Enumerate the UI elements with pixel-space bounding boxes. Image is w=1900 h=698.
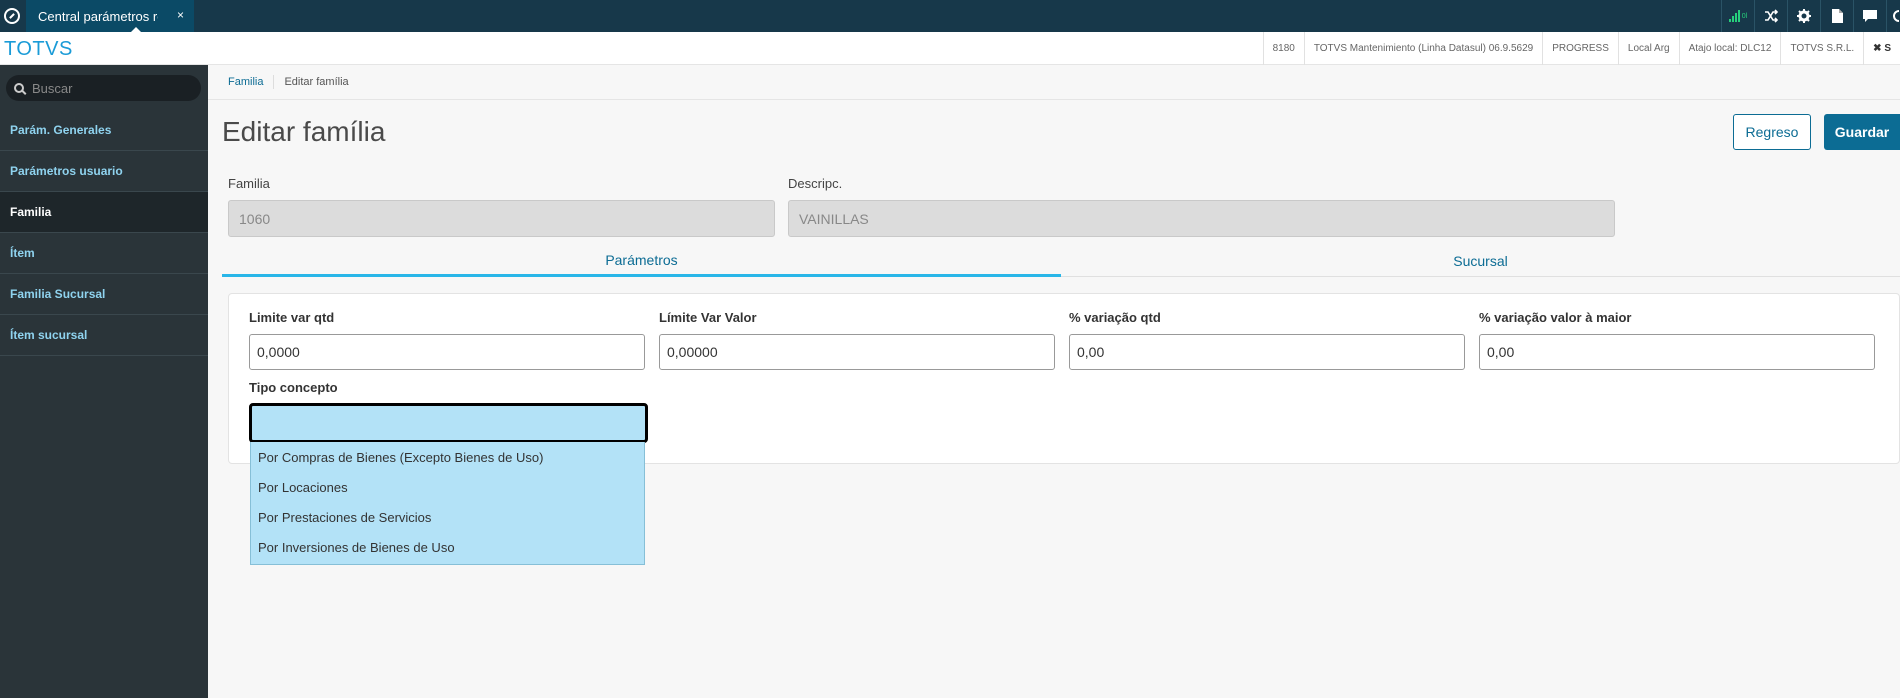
status-company: TOTVS S.R.L. <box>1780 32 1863 65</box>
sidebar-item-parametros-usuario[interactable]: Parámetros usuario <box>0 151 208 192</box>
breadcrumb-current: Editar família <box>284 76 349 88</box>
variacao-qtd-label: % variação qtd <box>1069 310 1161 325</box>
close-icon[interactable]: × <box>177 8 184 22</box>
header: TOTVS 8180 TOTVS Mantenimiento (Linha Da… <box>0 32 1900 65</box>
sidebar-item-familia-sucursal[interactable]: Familia Sucursal <box>0 274 208 315</box>
variacao-valor-label: % variação valor à maior <box>1479 310 1632 325</box>
page-title: Editar família <box>222 116 386 147</box>
tipo-concepto-dropdown: Por Compras de Bienes (Excepto Bienes de… <box>250 442 645 565</box>
breadcrumb: Familia Editar família <box>208 65 1900 100</box>
document-icon <box>1831 9 1843 23</box>
dropdown-option[interactable]: Por Compras de Bienes (Excepto Bienes de… <box>251 442 644 472</box>
status-bar: 8180 TOTVS Mantenimiento (Linha Datasul)… <box>1262 32 1900 65</box>
tab-sucursal[interactable]: Sucursal <box>1061 245 1900 277</box>
logout-button[interactable]: ✖ S <box>1863 32 1900 65</box>
limite-var-valor-label: Límite Var Valor <box>659 310 757 325</box>
tabs: Parámetros Sucursal <box>222 245 1900 277</box>
app-tab[interactable]: Central parámetros re × <box>26 0 194 32</box>
user-button[interactable] <box>1886 0 1900 32</box>
user-icon <box>1892 10 1899 22</box>
status-database: PROGRESS <box>1542 32 1618 65</box>
sidebar-item-item[interactable]: Ítem <box>0 233 208 274</box>
status-locale: Local Arg <box>1617 32 1679 65</box>
breadcrumb-separator <box>273 75 275 89</box>
main-content: Familia Editar família Editar família Re… <box>208 65 1900 698</box>
shuffle-icon <box>1765 9 1778 23</box>
home-icon <box>4 8 20 24</box>
logo: TOTVS <box>4 38 73 60</box>
status-shortcut: Atajo local: DLC12 <box>1678 32 1781 65</box>
settings-button[interactable] <box>1787 0 1820 32</box>
limite-var-valor-field[interactable]: 0,00000 <box>659 334 1055 370</box>
variacao-valor-field[interactable]: 0,00 <box>1479 334 1875 370</box>
home-button[interactable] <box>0 0 24 32</box>
top-bar: Central parámetros re × 0l <box>0 0 1900 32</box>
descripc-label: Descripc. <box>788 176 843 191</box>
app-tab-label: Central parámetros re <box>38 8 158 24</box>
signal-text: 0l <box>1741 12 1748 20</box>
switch-button[interactable] <box>1754 0 1787 32</box>
back-button[interactable]: Regreso <box>1733 114 1811 150</box>
familia-label: Familia <box>228 176 270 191</box>
dropdown-option[interactable]: Por Inversiones de Bienes de Uso <box>251 532 644 562</box>
chat-icon <box>1863 9 1877 22</box>
gear-icon <box>1797 9 1811 23</box>
save-button[interactable]: Guardar <box>1824 114 1900 150</box>
chat-button[interactable] <box>1853 0 1886 32</box>
sidebar-item-param-generales[interactable]: Parám. Generales <box>0 110 208 151</box>
document-button[interactable] <box>1820 0 1853 32</box>
tipo-concepto-select[interactable] <box>249 403 648 443</box>
descripc-field: VAINILLAS <box>788 200 1615 237</box>
top-icons: 0l <box>1721 0 1900 32</box>
tipo-concepto-label: Tipo concepto <box>249 380 338 395</box>
sidebar-nav: Parám. Generales Parámetros usuario Fami… <box>0 110 208 356</box>
status-product: TOTVS Mantenimiento (Linha Datasul) 06.9… <box>1303 32 1542 65</box>
sidebar-item-familia[interactable]: Familia <box>0 192 208 233</box>
dropdown-option[interactable]: Por Locaciones <box>251 472 644 502</box>
sidebar-item-item-sucursal[interactable]: Ítem sucursal <box>0 315 208 356</box>
parametros-panel: Limite var qtd 0,0000 Límite Var Valor 0… <box>228 293 1900 464</box>
sidebar: Parám. Generales Parámetros usuario Fami… <box>0 65 208 698</box>
breadcrumb-familia[interactable]: Familia <box>228 76 263 88</box>
search-icon <box>14 83 24 93</box>
familia-field: 1060 <box>228 200 775 237</box>
variacao-qtd-field[interactable]: 0,00 <box>1069 334 1465 370</box>
search-input[interactable] <box>32 80 182 96</box>
connection-status-button[interactable]: 0l <box>1721 0 1754 32</box>
status-port: 8180 <box>1262 32 1304 65</box>
tab-parametros[interactable]: Parámetros <box>222 245 1061 277</box>
sidebar-search <box>6 75 201 101</box>
signal-icon <box>1728 10 1740 22</box>
dropdown-option[interactable]: Por Prestaciones de Servicios <box>251 502 644 532</box>
limite-var-qtd-field[interactable]: 0,0000 <box>249 334 645 370</box>
limite-var-qtd-label: Limite var qtd <box>249 310 335 325</box>
